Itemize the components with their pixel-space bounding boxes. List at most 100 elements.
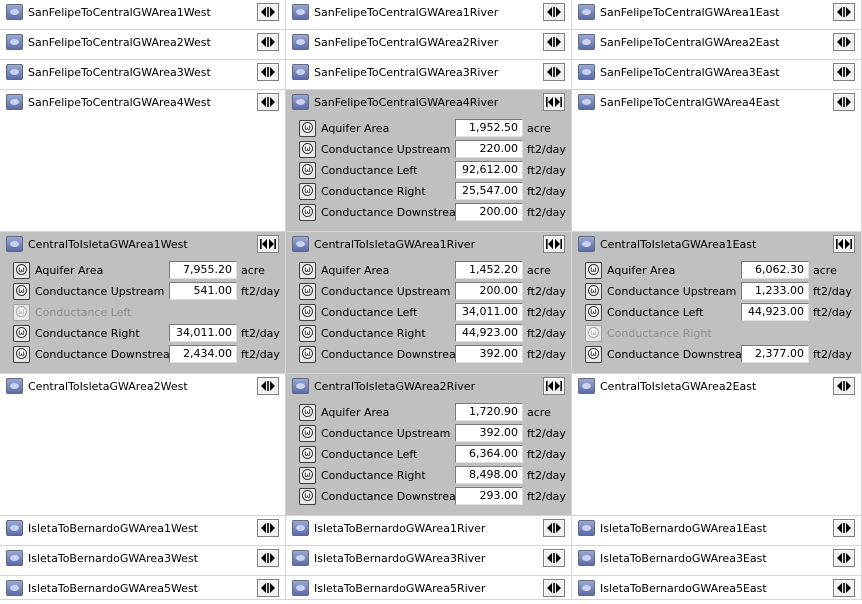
expand-toggle-button[interactable] (543, 549, 565, 567)
slot-value-field[interactable]: 44,923.00 (741, 303, 809, 321)
slot-value-field[interactable]: 392.00 (455, 424, 523, 442)
slot-label[interactable]: Aquifer Area (321, 264, 389, 277)
groundwater-object-icon[interactable] (578, 4, 595, 20)
groundwater-object-icon[interactable] (6, 236, 23, 252)
slot-icon[interactable]: ω (299, 446, 316, 463)
slot-value-field[interactable]: 2,434.00 (169, 345, 237, 363)
collapse-toggle-button[interactable] (543, 377, 565, 395)
slot-value-field[interactable]: 2,377.00 (741, 345, 809, 363)
slot-icon[interactable]: ω (585, 283, 602, 300)
slot-icon[interactable]: ω (13, 325, 30, 342)
expand-toggle-button[interactable] (833, 579, 855, 597)
groundwater-object-icon[interactable] (6, 520, 23, 536)
expand-toggle-button[interactable] (257, 93, 279, 111)
slot-label[interactable]: Conductance Downstream (321, 348, 466, 361)
groundwater-object-icon[interactable] (6, 4, 23, 20)
groundwater-object-icon[interactable] (6, 378, 23, 394)
slot-icon[interactable]: ω (299, 404, 316, 421)
groundwater-object-icon[interactable] (578, 378, 595, 394)
slot-value-field[interactable]: 6,364.00 (455, 445, 523, 463)
slot-label[interactable]: Conductance Right (35, 327, 140, 340)
slot-icon[interactable]: ω (299, 162, 316, 179)
collapse-toggle-button[interactable] (833, 235, 855, 253)
slot-icon[interactable]: ω (299, 204, 316, 221)
slot-value-field[interactable]: 200.00 (455, 203, 523, 221)
groundwater-object-icon[interactable] (6, 64, 23, 80)
slot-label[interactable]: Conductance Left (321, 164, 417, 177)
slot-value-field[interactable]: 7,955.20 (169, 261, 237, 279)
slot-label[interactable]: Conductance Left (321, 306, 417, 319)
groundwater-object-icon[interactable] (292, 34, 309, 50)
slot-value-field[interactable]: 34,011.00 (455, 303, 523, 321)
slot-value-field[interactable]: 220.00 (455, 140, 523, 158)
slot-label[interactable]: Conductance Right (321, 327, 426, 340)
slot-icon[interactable]: ω (299, 141, 316, 158)
groundwater-object-icon[interactable] (578, 94, 595, 110)
slot-value-field[interactable]: 44,923.00 (455, 324, 523, 342)
slot-value-field[interactable]: 92,612.00 (455, 161, 523, 179)
slot-icon[interactable]: ω (13, 304, 30, 321)
expand-toggle-button[interactable] (543, 63, 565, 81)
expand-toggle-button[interactable] (833, 63, 855, 81)
slot-label[interactable]: Conductance Upstream (321, 143, 450, 156)
groundwater-object-icon[interactable] (292, 236, 309, 252)
slot-icon[interactable]: ω (299, 325, 316, 342)
slot-icon[interactable]: ω (585, 304, 602, 321)
expand-toggle-button[interactable] (257, 33, 279, 51)
slot-icon[interactable]: ω (299, 346, 316, 363)
slot-label[interactable]: Conductance Upstream (607, 285, 736, 298)
slot-label[interactable]: Conductance Downstream (35, 348, 180, 361)
slot-icon[interactable]: ω (585, 262, 602, 279)
groundwater-object-icon[interactable] (6, 94, 23, 110)
slot-icon[interactable]: ω (299, 488, 316, 505)
expand-toggle-button[interactable] (833, 519, 855, 537)
expand-toggle-button[interactable] (543, 33, 565, 51)
slot-icon[interactable]: ω (299, 467, 316, 484)
slot-icon[interactable]: ω (585, 325, 602, 342)
slot-icon[interactable]: ω (299, 183, 316, 200)
slot-value-field[interactable]: 25,547.00 (455, 182, 523, 200)
slot-icon[interactable]: ω (13, 262, 30, 279)
groundwater-object-icon[interactable] (292, 64, 309, 80)
slot-label[interactable]: Conductance Downstream (607, 348, 752, 361)
collapse-toggle-button[interactable] (257, 235, 279, 253)
groundwater-object-icon[interactable] (292, 580, 309, 596)
slot-label[interactable]: Aquifer Area (321, 406, 389, 419)
slot-label[interactable]: Conductance Upstream (35, 285, 164, 298)
slot-label[interactable]: Conductance Downstream (321, 206, 466, 219)
groundwater-object-icon[interactable] (292, 4, 309, 20)
collapse-toggle-button[interactable] (543, 93, 565, 111)
slot-value-field[interactable]: 34,011.00 (169, 324, 237, 342)
slot-value-field[interactable]: 8,498.00 (455, 466, 523, 484)
groundwater-object-icon[interactable] (578, 520, 595, 536)
slot-label[interactable]: Conductance Left (607, 306, 703, 319)
collapse-toggle-button[interactable] (543, 235, 565, 253)
expand-toggle-button[interactable] (257, 377, 279, 395)
slot-label[interactable]: Conductance Right (321, 185, 426, 198)
slot-label[interactable]: Conductance Downstream (321, 490, 466, 503)
expand-toggle-button[interactable] (257, 549, 279, 567)
slot-value-field[interactable]: 541.00 (169, 282, 237, 300)
slot-icon[interactable]: ω (299, 425, 316, 442)
slot-label[interactable]: Aquifer Area (35, 264, 103, 277)
expand-toggle-button[interactable] (833, 3, 855, 21)
groundwater-object-icon[interactable] (292, 94, 309, 110)
expand-toggle-button[interactable] (257, 3, 279, 21)
slot-label[interactable]: Conductance Upstream (321, 427, 450, 440)
groundwater-object-icon[interactable] (6, 580, 23, 596)
slot-value-field[interactable]: 1,720.90 (455, 403, 523, 421)
groundwater-object-icon[interactable] (578, 34, 595, 50)
slot-value-field[interactable]: 1,452.20 (455, 261, 523, 279)
expand-toggle-button[interactable] (257, 63, 279, 81)
slot-label[interactable]: Aquifer Area (321, 122, 389, 135)
slot-icon[interactable]: ω (299, 304, 316, 321)
expand-toggle-button[interactable] (833, 93, 855, 111)
expand-toggle-button[interactable] (543, 3, 565, 21)
groundwater-object-icon[interactable] (292, 378, 309, 394)
slot-value-field[interactable]: 200.00 (455, 282, 523, 300)
groundwater-object-icon[interactable] (578, 580, 595, 596)
groundwater-object-icon[interactable] (6, 34, 23, 50)
slot-label[interactable]: Conductance Upstream (321, 285, 450, 298)
slot-value-field[interactable]: 293.00 (455, 487, 523, 505)
groundwater-object-icon[interactable] (292, 550, 309, 566)
